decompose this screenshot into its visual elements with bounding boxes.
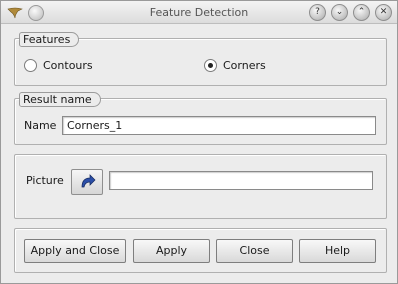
buttons-group: Apply and Close Apply Close Help — [14, 228, 387, 273]
contours-radio[interactable]: Contours — [24, 59, 93, 72]
corners-radio-indicator[interactable] — [204, 59, 217, 72]
picture-label: Picture — [26, 174, 64, 187]
picture-input[interactable] — [109, 171, 373, 190]
corners-label: Corners — [223, 59, 266, 72]
picture-group: Picture — [14, 154, 387, 219]
apply-button[interactable]: Apply — [133, 239, 210, 263]
feature-detection-dialog: Feature Detection ? ⌄ ⌃ ✕ Features Conto… — [0, 0, 398, 284]
name-input[interactable]: Corners_1 — [62, 116, 376, 135]
features-group: Features Contours Corners — [14, 32, 387, 86]
arrow-icon — [81, 174, 96, 188]
minimize-icon[interactable]: ⌄ — [331, 4, 348, 21]
features-group-label: Features — [19, 32, 80, 47]
maximize-icon[interactable]: ⌃ — [353, 4, 370, 21]
apply-and-close-button[interactable]: Apply and Close — [24, 239, 126, 263]
result-name-group-label: Result name — [19, 92, 101, 107]
help-button[interactable]: Help — [299, 239, 376, 263]
help-icon[interactable]: ? — [309, 4, 326, 21]
name-label: Name — [24, 119, 57, 132]
select-picture-button[interactable] — [71, 169, 103, 195]
contours-radio-indicator[interactable] — [24, 59, 37, 72]
title-bar: Feature Detection ? ⌄ ⌃ ✕ — [1, 1, 397, 24]
close-icon[interactable]: ✕ — [375, 4, 392, 21]
result-name-group: Result name Name Corners_1 — [14, 92, 387, 145]
contours-label: Contours — [43, 59, 93, 72]
close-button[interactable]: Close — [216, 239, 293, 263]
corners-radio[interactable]: Corners — [204, 59, 266, 72]
